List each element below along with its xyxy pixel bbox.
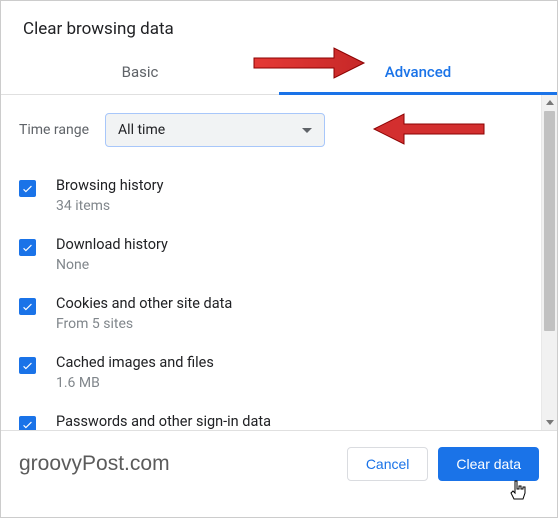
time-range-label: Time range [19,122,89,138]
tab-advanced[interactable]: Advanced [279,51,557,94]
checkmark-icon [21,241,34,254]
time-range-value: All time [118,122,165,138]
item-browsing-history: Browsing history 34 items [19,167,529,226]
scroll-content: Time range All time Browsing history 34 … [1,95,541,430]
cancel-button[interactable]: Cancel [347,447,429,481]
checkbox-browsing-history[interactable] [19,180,36,197]
checkmark-icon [21,418,34,430]
item-title: Passwords and other sign-in data [56,413,529,430]
scrollbar[interactable] [541,95,557,430]
checkmark-icon [21,300,34,313]
item-cache: Cached images and files 1.6 MB [19,344,529,403]
checkbox-download-history[interactable] [19,239,36,256]
checkbox-passwords[interactable] [19,416,36,430]
tabs: Basic Advanced [1,51,557,95]
item-title: Cookies and other site data [56,295,529,312]
item-sub: From 5 sites [56,316,529,332]
item-title: Cached images and files [56,354,529,371]
clear-data-button[interactable]: Clear data [438,447,539,481]
item-cookies: Cookies and other site data From 5 sites [19,285,529,344]
time-range-select[interactable]: All time [105,113,325,147]
tab-basic[interactable]: Basic [1,51,279,94]
item-title: Download history [56,236,529,253]
dialog-footer: groovyPost.com Cancel Clear data [1,430,557,497]
chevron-down-icon [302,128,312,133]
item-download-history: Download history None [19,226,529,285]
item-sub: 1.6 MB [56,375,529,391]
item-sub: None [56,257,529,273]
checkbox-cookies[interactable] [19,298,36,315]
time-range-row: Time range All time [19,113,529,147]
item-sub: 34 items [56,198,529,214]
scroll-down-icon[interactable] [546,420,554,425]
dialog-title: Clear browsing data [1,1,557,51]
scrollbar-thumb[interactable] [544,111,555,331]
item-passwords: Passwords and other sign-in data [19,403,529,430]
checkmark-icon [21,182,34,195]
watermark: groovyPost.com [19,452,170,476]
content-area: Time range All time Browsing history 34 … [1,95,557,430]
scroll-up-icon[interactable] [546,100,554,105]
item-title: Browsing history [56,177,529,194]
checkbox-cache[interactable] [19,357,36,374]
checkmark-icon [21,359,34,372]
